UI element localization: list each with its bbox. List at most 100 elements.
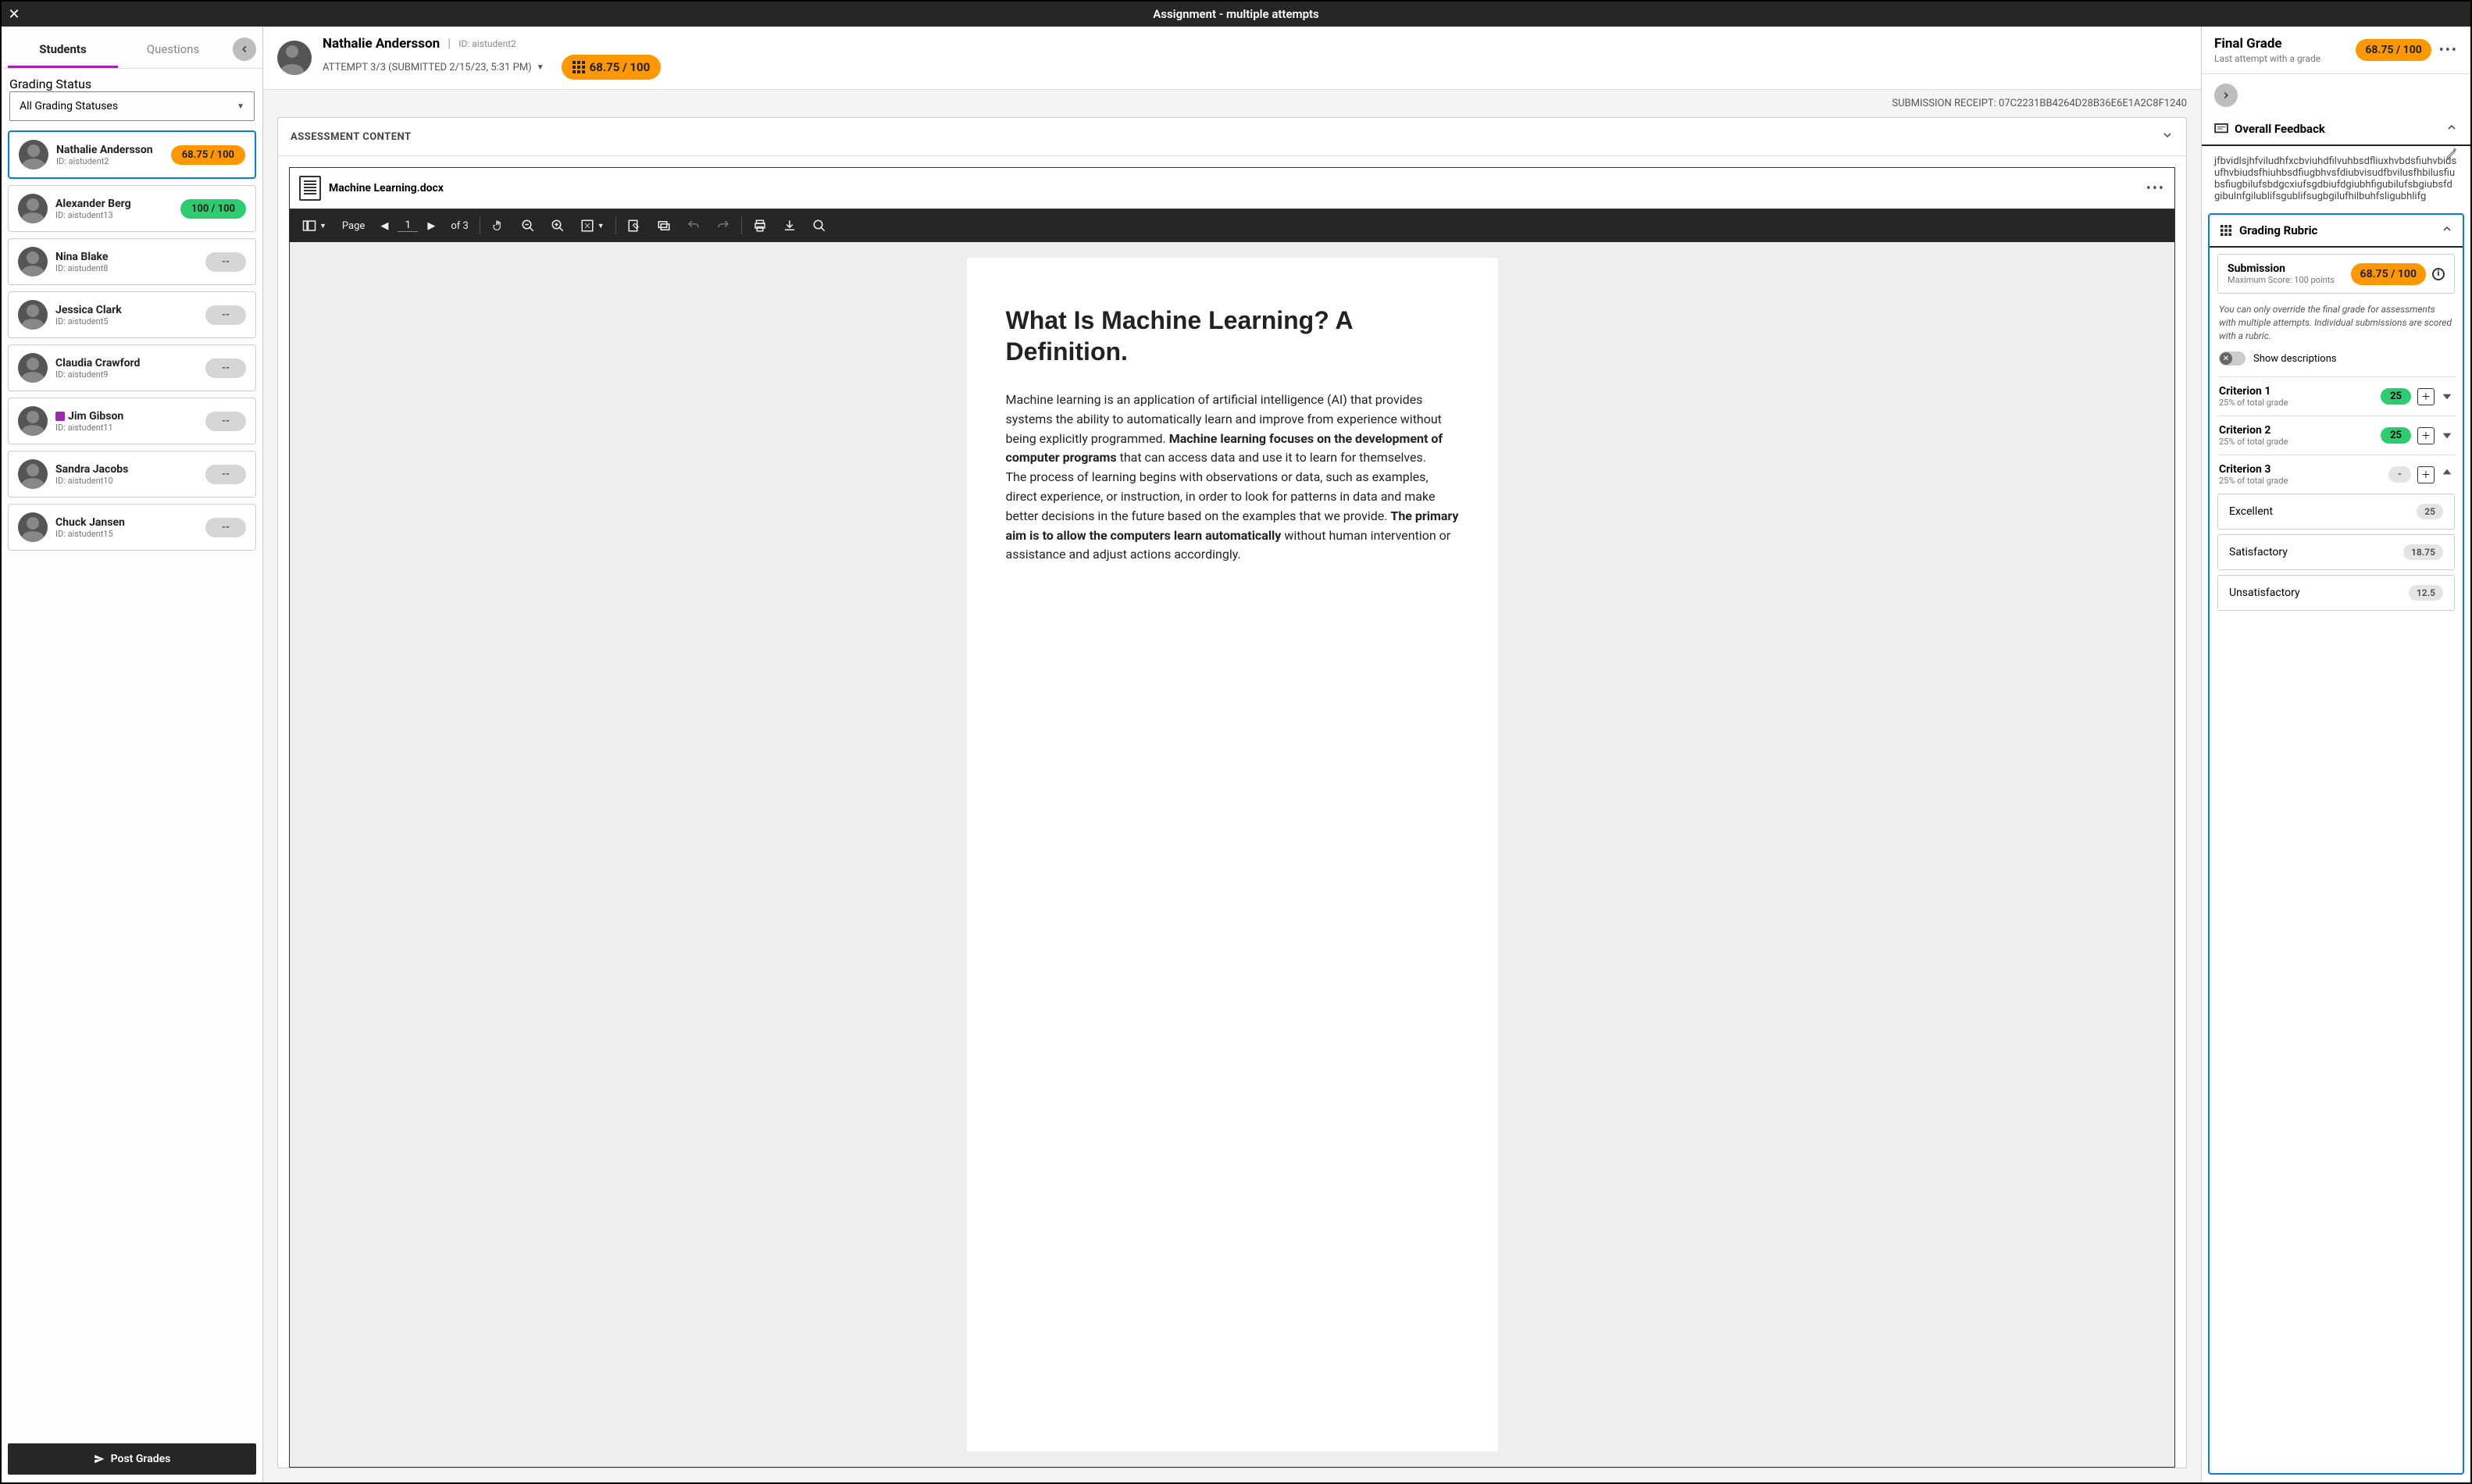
submission-score-pill: 68.75 / 100 — [2351, 263, 2426, 285]
comment-button[interactable] — [651, 214, 677, 237]
close-button[interactable]: ✕ — [2, 6, 27, 23]
chevron-down-icon[interactable]: ▼ — [537, 63, 544, 72]
final-grade-sub: Last attempt with a grade — [2214, 53, 2348, 64]
rubric-level[interactable]: Unsatisfactory 12.5 — [2217, 575, 2455, 611]
criterion-name: Criterion 1 — [2219, 385, 2374, 398]
chevron-down-icon — [2161, 129, 2174, 141]
chevron-right-icon — [2221, 90, 2231, 101]
edit-feedback-button[interactable] — [2445, 148, 2458, 163]
rubric-level[interactable]: Excellent 25 — [2217, 494, 2455, 530]
tab-questions[interactable]: Questions — [118, 34, 228, 68]
search-button[interactable] — [806, 214, 833, 237]
info-icon[interactable]: i — [2432, 268, 2445, 280]
criterion-feedback-button[interactable]: ＋ — [2417, 427, 2435, 444]
criterion-expand-button[interactable] — [2441, 467, 2453, 483]
page-number-input[interactable] — [398, 219, 418, 232]
collapse-rubric-button[interactable] — [2441, 223, 2453, 238]
tab-students[interactable]: Students — [8, 34, 118, 68]
student-card[interactable]: Chuck JansenID: aistudent15-- — [8, 504, 256, 551]
grading-status-filter[interactable]: Grading Status All Grading Statuses ▼ — [9, 77, 255, 121]
student-id: ID: aistudent15 — [55, 529, 198, 539]
document-menu-button[interactable]: ••• — [2146, 180, 2165, 197]
grading-rubric-panel: Grading Rubric Submission Maximum Score:… — [2208, 213, 2464, 1475]
student-avatar — [18, 300, 48, 330]
show-descriptions-label: Show descriptions — [2253, 353, 2337, 365]
annotate-button[interactable] — [621, 214, 647, 237]
student-name: Nathalie Andersson — [323, 36, 440, 52]
student-id: ID: aistudent8 — [55, 263, 198, 273]
sidebar-toggle-button[interactable]: ▼ — [296, 214, 333, 237]
student-grade-pill: -- — [205, 359, 246, 378]
fit-page-button[interactable]: ▼ — [574, 214, 611, 237]
student-card[interactable]: Nathalie AnderssonID: aistudent268.75 / … — [8, 130, 256, 179]
criterion-weight: 25% of total grade — [2219, 398, 2374, 408]
collapse-left-panel-button[interactable] — [233, 37, 256, 61]
student-avatar — [18, 353, 48, 383]
level-value: 12.5 — [2409, 585, 2443, 601]
criterion-score: 25 — [2381, 427, 2411, 444]
criterion-feedback-button[interactable]: ＋ — [2417, 388, 2435, 405]
student-grade-pill: -- — [205, 518, 246, 537]
student-id: ID: aistudent2 — [458, 38, 516, 49]
pan-tool-button[interactable] — [485, 214, 512, 237]
criterion-weight: 25% of total grade — [2219, 437, 2374, 447]
right-panel: Final Grade Last attempt with a grade 68… — [2201, 27, 2470, 1482]
student-card[interactable]: Nina BlakeID: aistudent8-- — [8, 238, 256, 285]
download-button[interactable] — [776, 214, 803, 237]
final-grade-menu-button[interactable]: ••• — [2439, 42, 2458, 59]
zoom-in-button[interactable] — [544, 214, 571, 237]
next-page-button[interactable]: ▶ — [421, 216, 441, 237]
criterion-score: - — [2388, 466, 2411, 483]
student-card[interactable]: Jim GibsonID: aistudent11-- — [8, 398, 256, 444]
document-viewport[interactable]: What Is Machine Learning? A Definition. … — [290, 242, 2174, 1467]
document-toolbar: ▼ Page ◀ ▶ of 3 ▼ — [290, 209, 2174, 242]
collapse-feedback-button[interactable] — [2445, 121, 2458, 137]
undo-button[interactable] — [680, 214, 707, 237]
student-grade-pill: 100 / 100 — [180, 199, 246, 219]
criterion-feedback-button[interactable]: ＋ — [2417, 466, 2435, 483]
student-id: ID: aistudent10 — [55, 476, 198, 486]
pencil-icon — [2445, 148, 2458, 160]
criterion-row: Criterion 325% of total grade-＋ — [2217, 455, 2455, 494]
filter-value: All Grading Statuses — [20, 100, 118, 112]
criterion-expand-button[interactable] — [2441, 389, 2453, 405]
student-avatar — [18, 247, 48, 276]
level-value: 25 — [2417, 504, 2443, 519]
student-name: Nina Blake — [55, 251, 198, 263]
level-name: Excellent — [2229, 505, 2273, 518]
attempt-score-pill[interactable]: 68.75 / 100 — [562, 55, 662, 80]
expand-right-panel-button[interactable] — [2214, 84, 2238, 107]
collapse-assessment-button[interactable] — [2161, 129, 2174, 144]
submission-max: Maximum Score: 100 points — [2228, 275, 2345, 285]
student-card[interactable]: Sandra JacobsID: aistudent10-- — [8, 451, 256, 498]
student-card[interactable]: Claudia CrawfordID: aistudent9-- — [8, 344, 256, 391]
attempt-selector[interactable]: ATTEMPT 3/3 (SUBMITTED 2/15/23, 5:31 PM) — [323, 62, 532, 73]
prev-page-button[interactable]: ◀ — [374, 216, 394, 237]
document-page: What Is Machine Learning? A Definition. … — [967, 258, 1498, 1451]
level-value: 18.75 — [2403, 544, 2443, 560]
student-avatar — [18, 459, 48, 489]
rubric-level[interactable]: Satisfactory18.75 — [2217, 534, 2455, 570]
post-grades-button[interactable]: Post Grades — [8, 1443, 256, 1475]
student-id: ID: aistudent13 — [55, 210, 173, 220]
student-card[interactable]: Alexander BergID: aistudent13100 / 100 — [8, 185, 256, 232]
show-descriptions-toggle[interactable]: ✕ — [2219, 351, 2245, 366]
rubric-icon — [573, 61, 585, 73]
criterion-row: Criterion 225% of total grade25＋ — [2217, 416, 2455, 455]
submission-header: Nathalie Andersson | ID: aistudent2 ATTE… — [263, 27, 2201, 90]
student-grade-pill: -- — [205, 465, 246, 484]
final-grade-pill[interactable]: 68.75 / 100 — [2356, 39, 2431, 61]
window-title: Assignment - multiple attempts — [1153, 7, 1319, 21]
feedback-icon — [2214, 123, 2228, 134]
student-grade-pill: 68.75 / 100 — [171, 145, 245, 165]
print-button[interactable] — [747, 214, 773, 237]
level-name: Unsatisfactory — [2229, 587, 2300, 599]
criterion-expand-button[interactable] — [2441, 428, 2453, 444]
student-id: ID: aistudent2 — [56, 156, 163, 166]
student-name: Claudia Crawford — [55, 357, 198, 369]
criterion-score: 25 — [2381, 388, 2411, 405]
zoom-out-button[interactable] — [515, 214, 541, 237]
redo-button[interactable] — [710, 214, 737, 237]
criterion-weight: 25% of total grade — [2219, 476, 2382, 486]
student-card[interactable]: Jessica ClarkID: aistudent5-- — [8, 291, 256, 338]
